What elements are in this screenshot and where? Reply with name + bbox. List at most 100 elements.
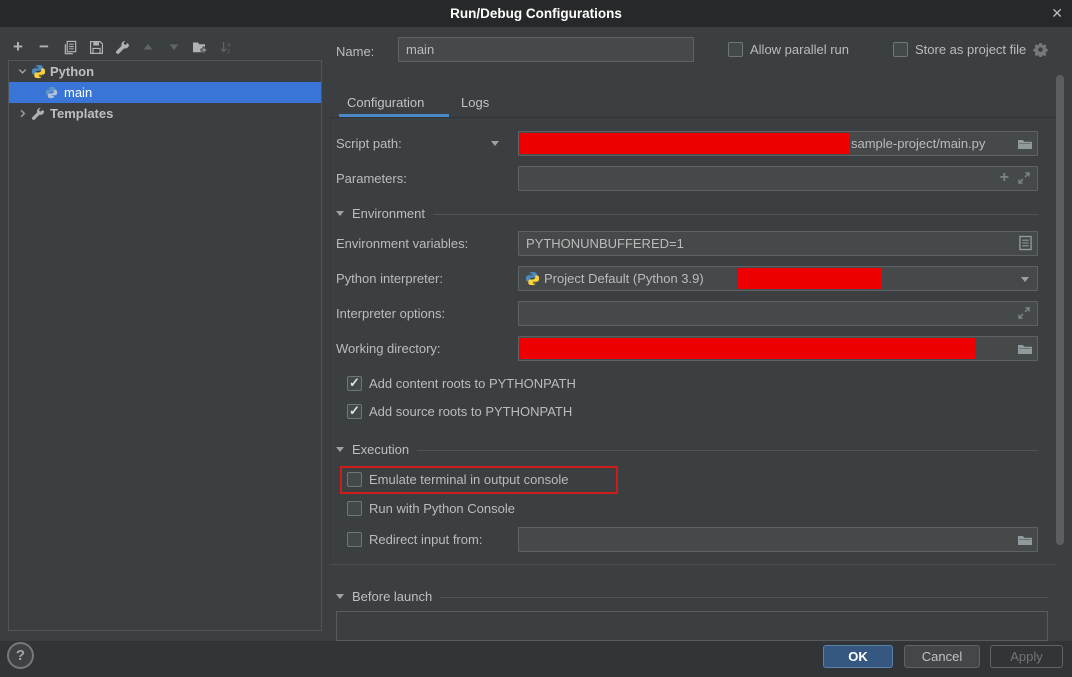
parameters-label: Parameters: [336,171,407,186]
add-source-roots-checkbox[interactable] [347,404,362,419]
interpreter-options-input[interactable] [518,301,1038,326]
name-label: Name: [336,44,374,59]
parameters-input[interactable]: + [518,166,1038,191]
cancel-button[interactable]: Cancel [904,645,980,668]
add-content-roots-row: Add content roots to PYTHONPATH [347,376,576,391]
python-logo-icon [31,64,47,80]
emulate-terminal-label: Emulate terminal in output console [369,472,568,487]
section-before-launch[interactable]: Before launch [336,589,1048,604]
chevron-right-icon[interactable] [13,108,31,119]
collapse-triangle-icon[interactable] [336,594,344,599]
tree-item-python[interactable]: Python [9,61,321,82]
section-title: Execution [352,442,409,457]
help-icon[interactable]: ? [7,642,34,669]
redaction-block [520,133,850,154]
add-source-roots-label: Add source roots to PYTHONPATH [369,404,572,419]
allow-parallel-run-label: Allow parallel run [750,42,849,57]
expand-field-icon[interactable] [1017,306,1031,320]
name-input[interactable]: main [398,37,694,62]
add-content-roots-label: Add content roots to PYTHONPATH [369,376,576,391]
close-icon[interactable]: ✕ [1051,0,1063,27]
dialog-title: Run/Debug Configurations [450,6,622,21]
add-content-roots-checkbox[interactable] [347,376,362,391]
script-path-value: sample-project/main.py [851,136,985,151]
run-with-python-console-checkbox[interactable] [347,501,362,516]
section-title: Before launch [352,589,432,604]
macros-plus-icon[interactable]: + [1000,169,1009,187]
before-launch-task-list[interactable] [336,611,1048,641]
section-execution[interactable]: Execution [336,442,1038,457]
python-interpreter-value: Project Default (Python 3.9) [544,271,704,286]
redirect-input-file-input[interactable] [518,527,1038,552]
browse-folder-icon[interactable] [1017,532,1033,548]
svg-text:z: z [226,48,229,55]
move-up-icon[interactable] [140,39,156,55]
copy-configuration-icon[interactable] [62,39,78,55]
redaction-block [737,268,881,289]
tab-logs[interactable]: Logs [461,95,489,110]
script-path-label: Script path: [336,136,402,151]
chevron-down-icon[interactable] [13,66,31,77]
run-with-python-console-label: Run with Python Console [369,501,515,516]
sort-alphabetically-icon[interactable]: az [218,39,234,55]
wrench-icon [31,106,47,122]
edit-templates-icon[interactable] [114,39,130,55]
save-configuration-icon[interactable] [88,39,104,55]
section-divider [433,214,1038,215]
allow-parallel-run-checkbox-row: Allow parallel run [728,42,849,57]
allow-parallel-run-checkbox[interactable] [728,42,743,57]
tree-item-label: Python [50,64,94,79]
tree-item-label: main [64,85,92,100]
python-interpreter-select[interactable]: Project Default (Python 3.9) [518,266,1038,291]
remove-icon[interactable]: − [36,39,52,55]
collapse-triangle-icon[interactable] [336,447,344,452]
run-debug-configurations-dialog: Run/Debug Configurations ✕ + − az [0,0,1072,677]
form-viewport-border [330,118,331,565]
collapse-triangle-icon[interactable] [336,211,344,216]
add-source-roots-row: Add source roots to PYTHONPATH [347,404,572,419]
tabbar-divider [330,117,1056,118]
browse-folder-icon[interactable] [1017,341,1033,357]
new-folder-icon[interactable] [192,39,208,55]
working-directory-label: Working directory: [336,341,441,356]
script-path-dropdown-icon[interactable] [491,141,499,146]
expand-field-icon[interactable] [1017,171,1031,185]
python-logo-icon [45,85,61,101]
script-path-input[interactable]: sample-project/main.py [518,131,1038,156]
tree-item-templates[interactable]: Templates [9,103,321,124]
section-divider [417,450,1038,451]
environment-variables-value: PYTHONUNBUFFERED=1 [526,236,684,251]
chevron-down-icon[interactable] [1021,277,1029,282]
working-directory-input[interactable] [518,336,1038,361]
gear-icon[interactable] [1033,42,1048,57]
apply-button[interactable]: Apply [990,645,1063,668]
environment-variables-input[interactable]: PYTHONUNBUFFERED=1 [518,231,1038,256]
configurations-toolbar: + − az [10,38,234,56]
emulate-terminal-checkbox[interactable] [347,472,362,487]
titlebar: Run/Debug Configurations ✕ [0,0,1072,27]
form-viewport-border-bottom [330,564,1056,565]
browse-folder-icon[interactable] [1017,136,1033,152]
edit-variables-icon[interactable] [1019,235,1032,251]
environment-variables-label: Environment variables: [336,236,468,251]
redirect-input-row: Redirect input from: [347,532,482,547]
tree-item-label: Templates [50,106,113,121]
redirect-input-checkbox[interactable] [347,532,362,547]
move-down-icon[interactable] [166,39,182,55]
ok-button[interactable]: OK [823,645,893,668]
tab-configuration[interactable]: Configuration [347,95,424,110]
run-with-python-console-row: Run with Python Console [347,501,515,516]
section-divider [440,597,1048,598]
interpreter-options-label: Interpreter options: [336,306,445,321]
section-title: Environment [352,206,425,221]
store-as-project-file-label: Store as project file [915,42,1026,57]
store-as-project-file-checkbox[interactable] [893,42,908,57]
section-environment[interactable]: Environment [336,206,1038,221]
tree-item-main[interactable]: main [9,82,321,103]
add-icon[interactable]: + [10,39,26,55]
redirect-input-label: Redirect input from: [369,532,482,547]
redaction-block [520,338,975,359]
vertical-scrollbar-thumb[interactable] [1056,75,1064,545]
configurations-tree: Python main Templates [8,60,322,631]
emulate-terminal-row: Emulate terminal in output console [347,472,568,487]
